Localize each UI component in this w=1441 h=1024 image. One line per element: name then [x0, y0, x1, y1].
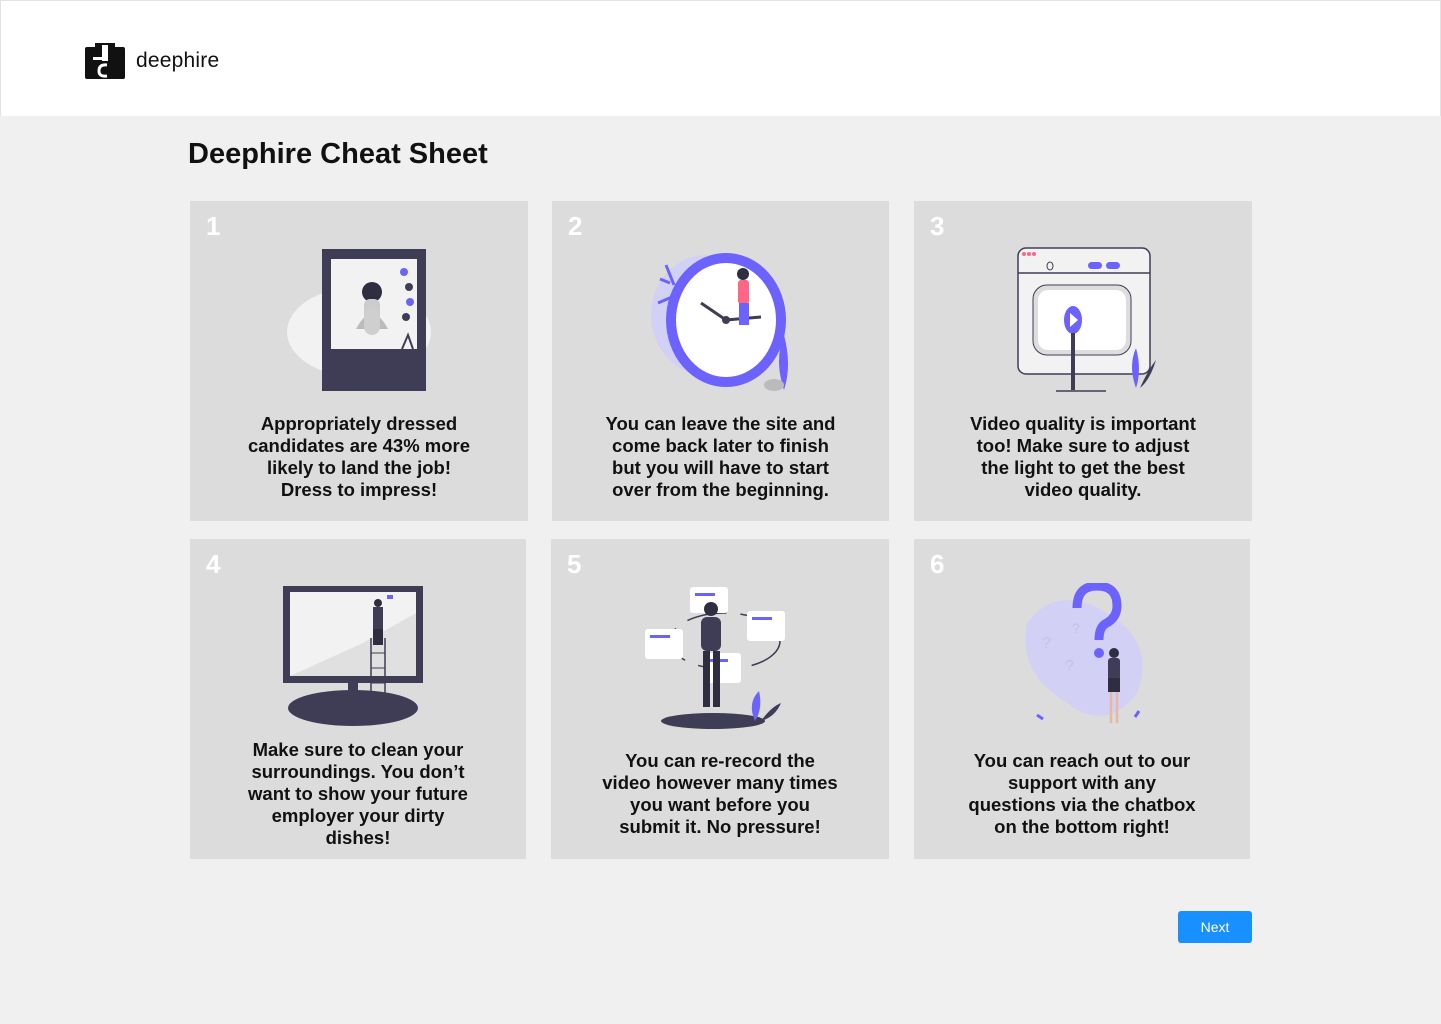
tip-text: You can reach out to our support with an… — [968, 750, 1196, 837]
tip-card-1: 1 Appropriately dressed candidates are 4… — [190, 201, 528, 521]
tip-text: You can re-record the video however many… — [602, 750, 838, 837]
question-mark-illustration-icon: ? ? ? — [1025, 583, 1143, 723]
brand-logo[interactable]: deephire — [85, 43, 219, 79]
tip-card-3: 3 Video quality is important too! Make s… — [914, 201, 1252, 521]
svg-text:?: ? — [1042, 635, 1051, 652]
card-number: 3 — [930, 211, 945, 241]
portrait-window-illustration-icon — [287, 249, 431, 391]
tip-card-4: 4 Make sure to clean your surroundings. … — [190, 539, 526, 859]
monitor-cleaning-illustration-icon — [283, 586, 423, 726]
next-button[interactable]: Next — [1178, 911, 1252, 943]
video-browser-illustration-icon — [1017, 247, 1156, 392]
orbiting-notes-illustration-icon — [645, 587, 785, 729]
tip-card-5: 5 You can re-record the video however ma… — [551, 539, 889, 859]
tip-card-2: 2 You can leave the site and come back l… — [552, 201, 889, 521]
clock-illustration-icon — [650, 253, 788, 391]
tip-text: Make sure to clean your surroundings. Yo… — [248, 739, 468, 848]
page-title: Deephire Cheat Sheet — [188, 138, 488, 170]
card-number: 2 — [568, 211, 583, 241]
svg-text:?: ? — [1065, 658, 1074, 675]
tip-text: You can leave the site and come back lat… — [605, 413, 836, 500]
brand-name: deephire — [136, 49, 220, 72]
card-number: 5 — [567, 549, 582, 579]
tip-text: Video quality is important too! Make sur… — [970, 413, 1196, 500]
card-number: 1 — [206, 211, 221, 241]
card-number: 6 — [930, 549, 945, 579]
svg-text:?: ? — [1072, 620, 1080, 636]
briefcase-logo-icon — [85, 43, 125, 79]
card-number: 4 — [206, 549, 221, 579]
tip-card-6: 6 ? ? ? You can reach out to our support… — [914, 539, 1250, 859]
tip-text: Appropriately dressed candidates are 43%… — [247, 413, 471, 500]
top-header: deephire — [0, 0, 1441, 116]
